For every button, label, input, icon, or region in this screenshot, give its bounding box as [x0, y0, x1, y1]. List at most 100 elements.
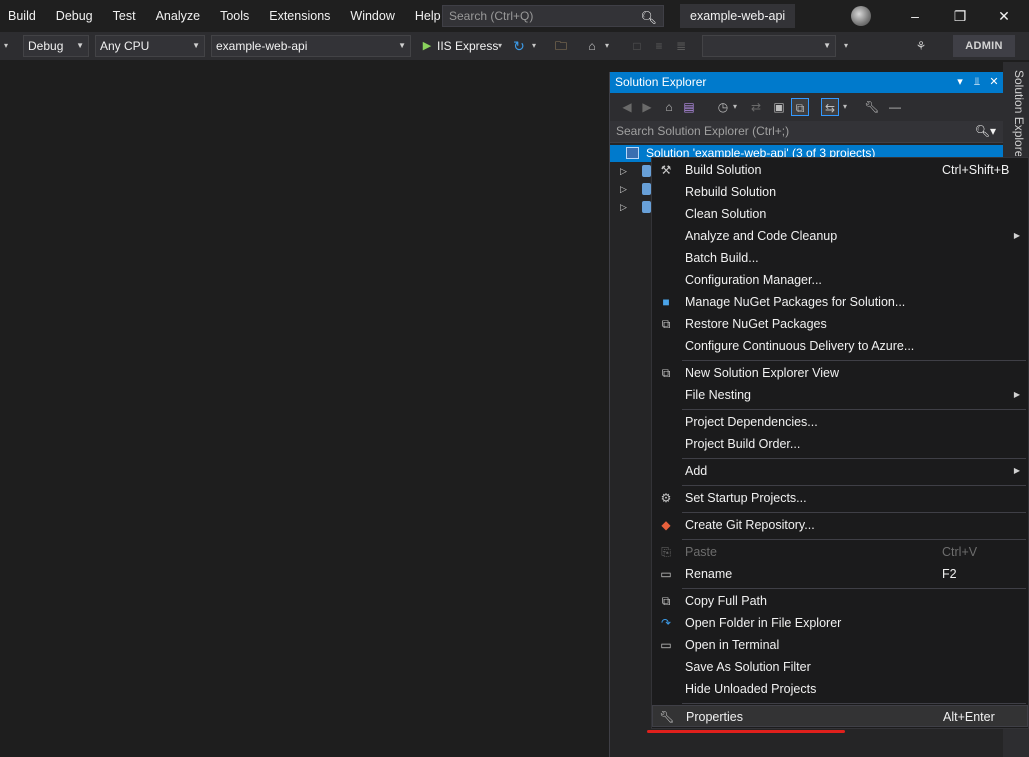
menu-separator	[682, 512, 1026, 513]
menu-item-create-git-repository[interactable]: ◆ Create Git Repository...	[652, 514, 1028, 536]
menu-item-project-dependencies[interactable]: Project Dependencies...	[652, 411, 1028, 433]
search-icon: 🔍︎	[640, 10, 657, 25]
platform-dropdown[interactable]: Any CPU ▼	[95, 35, 205, 57]
menu-item-label: File Nesting	[685, 388, 751, 402]
menu-item-copy-full-path[interactable]: ⧉ Copy Full Path	[652, 590, 1028, 612]
menu-item-file-nesting[interactable]: File Nesting ▶	[652, 384, 1028, 406]
menu-item-batch-build[interactable]: Batch Build...	[652, 247, 1028, 269]
window-position-icon[interactable]: ▾	[953, 72, 967, 93]
chevron-down-icon[interactable]: ▾	[602, 37, 612, 55]
menu-analyze[interactable]: Analyze	[146, 0, 210, 32]
solution-explorer-search-input[interactable]: Search Solution Explorer (Ctrl+;) 🔍︎▾	[610, 121, 1004, 143]
menu-item-open-in-terminal[interactable]: ▭ Open in Terminal	[652, 634, 1028, 656]
chevron-down-icon: ▼	[398, 41, 406, 50]
comment-icon: ≡	[655, 39, 663, 53]
admin-badge[interactable]: ADMIN	[953, 35, 1015, 57]
switch-views-icon[interactable]: ▤	[680, 98, 698, 116]
menu-item-label: Configuration Manager...	[685, 273, 822, 287]
live-share-icon[interactable]: ⚘	[912, 37, 930, 55]
restore-icon[interactable]: ❐	[950, 6, 970, 26]
startup-project-dropdown[interactable]: example-web-api ▼	[211, 35, 411, 57]
expand-icon[interactable]: ▷	[620, 198, 627, 216]
solution-context-menu: ⚒ Build Solution Ctrl+Shift+B Rebuild So…	[651, 157, 1029, 729]
menu-item-new-solution-explorer-view[interactable]: ⧉ New Solution Explorer View	[652, 362, 1028, 384]
properties-icon[interactable]: 🔧︎	[863, 98, 881, 116]
refresh-icon[interactable]: ↻	[510, 37, 528, 55]
new-view-icon: ⧉	[661, 366, 671, 380]
menu-window[interactable]: Window	[340, 0, 404, 32]
wrench-icon: 🔧︎	[659, 710, 675, 724]
menu-item-properties[interactable]: 🔧︎ Properties Alt+Enter	[652, 705, 1028, 727]
expand-icon[interactable]: ▷	[620, 180, 627, 198]
close-icon[interactable]: ✕	[987, 72, 1001, 93]
home-icon[interactable]: ⌂	[660, 98, 678, 116]
menu-item-rename[interactable]: ▭ Rename F2	[652, 563, 1028, 585]
minimize-icon[interactable]: –	[905, 6, 925, 26]
global-search-input[interactable]: Search (Ctrl+Q) 🔍︎	[442, 5, 664, 27]
solution-explorer-side-tab[interactable]: Solution Explorer	[1006, 70, 1026, 156]
chevron-down-icon[interactable]: ▾	[529, 37, 539, 55]
menu-item-configuration-manager[interactable]: Configuration Manager...	[652, 269, 1028, 291]
platform-value: Any CPU	[100, 39, 150, 53]
menu-item-analyze-code-cleanup[interactable]: Analyze and Code Cleanup ▶	[652, 225, 1028, 247]
menu-item-label: Batch Build...	[685, 251, 759, 265]
browser-link-icon[interactable]: ⌂	[583, 37, 601, 55]
new-file-icon: □	[633, 39, 641, 53]
pin-icon[interactable]: ⫫	[970, 72, 984, 93]
chevron-down-icon[interactable]: ▾	[840, 98, 850, 116]
solution-explorer-search-placeholder: Search Solution Explorer (Ctrl+;)	[616, 124, 790, 138]
project-node[interactable]: ▷	[620, 162, 651, 180]
menu-item-project-build-order[interactable]: Project Build Order...	[652, 433, 1028, 455]
solution-name-badge[interactable]: example-web-api	[680, 4, 796, 28]
chevron-down-icon: ▼	[76, 41, 84, 50]
menu-debug[interactable]: Debug	[46, 0, 103, 32]
menu-item-configure-cd-azure[interactable]: Configure Continuous Delivery to Azure..…	[652, 335, 1028, 357]
search-icon: 🔍︎▾	[974, 124, 996, 138]
collapse-all-icon[interactable]: ▣	[770, 98, 788, 116]
close-icon[interactable]: ✕	[994, 6, 1014, 26]
run-target-button[interactable]: IIS Express	[437, 35, 498, 57]
track-active-item-icon[interactable]: ⇆	[821, 98, 839, 116]
chevron-down-icon[interactable]: ▾	[730, 98, 740, 116]
preview-icon[interactable]: —	[886, 98, 904, 116]
menu-item-manage-nuget[interactable]: ■ Manage NuGet Packages for Solution...	[652, 291, 1028, 313]
menu-extensions[interactable]: Extensions	[259, 0, 340, 32]
menu-item-clean-solution[interactable]: Clean Solution	[652, 203, 1028, 225]
toolbar-combo[interactable]: ▼	[702, 35, 836, 57]
menu-item-build-solution[interactable]: ⚒ Build Solution Ctrl+Shift+B	[652, 159, 1028, 181]
menu-item-rebuild-solution[interactable]: Rebuild Solution	[652, 181, 1028, 203]
menu-item-label: Paste	[685, 545, 717, 559]
forward-icon[interactable]: ▶	[638, 98, 656, 116]
chevron-down-icon[interactable]: ▾	[495, 37, 505, 55]
expand-icon[interactable]: ▷	[620, 162, 627, 180]
menu-item-shortcut: F2	[942, 567, 957, 581]
menu-item-label: Analyze and Code Cleanup	[685, 229, 838, 243]
menu-item-shortcut: Ctrl+Shift+B	[942, 163, 1010, 177]
project-node[interactable]: ▷	[620, 198, 651, 216]
menu-item-set-startup-projects[interactable]: ⚙ Set Startup Projects...	[652, 487, 1028, 509]
menu-item-open-folder-explorer[interactable]: ↷ Open Folder in File Explorer	[652, 612, 1028, 634]
toolbar-overflow-icon[interactable]: ▾	[0, 37, 12, 55]
menu-tools[interactable]: Tools	[210, 0, 259, 32]
menu-item-save-as-solution-filter[interactable]: Save As Solution Filter	[652, 656, 1028, 678]
find-in-files-icon[interactable]: 🗀︎	[552, 37, 570, 55]
menu-build[interactable]: Build	[0, 0, 46, 32]
configuration-value: Debug	[28, 39, 64, 53]
menu-item-shortcut: Ctrl+V	[942, 545, 978, 559]
menu-item-label: Open Folder in File Explorer	[685, 616, 842, 630]
menu-item-add[interactable]: Add ▶	[652, 460, 1028, 482]
menu-item-restore-nuget[interactable]: ⧉ Restore NuGet Packages	[652, 313, 1028, 335]
project-icon	[642, 201, 651, 213]
back-icon[interactable]: ◀	[618, 98, 636, 116]
configuration-dropdown[interactable]: Debug ▼	[23, 35, 89, 57]
menu-item-hide-unloaded-projects[interactable]: Hide Unloaded Projects	[652, 678, 1028, 700]
paste-icon: ⎘	[661, 545, 671, 559]
show-all-files-icon[interactable]: ⧉	[791, 98, 809, 116]
user-avatar[interactable]	[851, 6, 871, 26]
toolbar-options-icon[interactable]: ▾	[840, 37, 852, 55]
menu-test[interactable]: Test	[103, 0, 146, 32]
menu-item-label: Build Solution	[685, 163, 762, 177]
project-node[interactable]: ▷	[620, 180, 651, 198]
play-icon[interactable]: ▶	[418, 37, 436, 55]
sync-icon[interactable]: ⇄	[747, 98, 765, 116]
